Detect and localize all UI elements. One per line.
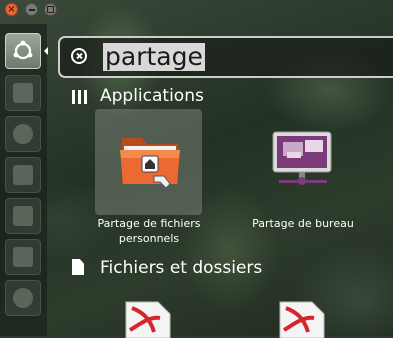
launcher-files-icon[interactable] xyxy=(5,75,41,111)
app-label-shared-folders: Partage de fichiers personnels xyxy=(97,217,201,245)
pdf-file-icon[interactable] xyxy=(276,298,328,338)
search-input[interactable]: partage xyxy=(103,43,205,71)
pdf-file-icon[interactable] xyxy=(122,298,174,338)
shared-folder-icon xyxy=(120,138,180,189)
applications-section-title: Applications xyxy=(100,86,204,106)
launcher-firefox-icon[interactable] xyxy=(5,116,41,152)
app-label-desktop-sharing: Partage de bureau xyxy=(252,217,354,230)
close-icon: × xyxy=(7,3,16,15)
minimize-window-button[interactable] xyxy=(25,3,38,16)
dash-home-button[interactable] xyxy=(5,33,41,69)
ubuntu-logo-icon xyxy=(13,40,33,60)
close-window-button[interactable]: × xyxy=(5,3,18,16)
launcher-writer-icon[interactable] xyxy=(5,198,41,234)
launcher-software-icon[interactable] xyxy=(5,157,41,193)
applications-section-icon xyxy=(72,90,88,104)
desktop-sharing-icon[interactable] xyxy=(271,128,335,192)
clear-search-icon[interactable] xyxy=(71,48,87,64)
launcher-settings-icon[interactable] xyxy=(5,280,41,316)
active-indicator-icon xyxy=(44,47,48,55)
launcher-calc-icon[interactable] xyxy=(5,239,41,275)
maximize-window-button[interactable] xyxy=(44,3,57,16)
maximize-icon xyxy=(45,4,56,15)
minimize-icon xyxy=(26,4,37,15)
files-section-title: Fichiers et dossiers xyxy=(100,258,263,278)
dash-search-bar[interactable]: partage xyxy=(58,36,393,78)
